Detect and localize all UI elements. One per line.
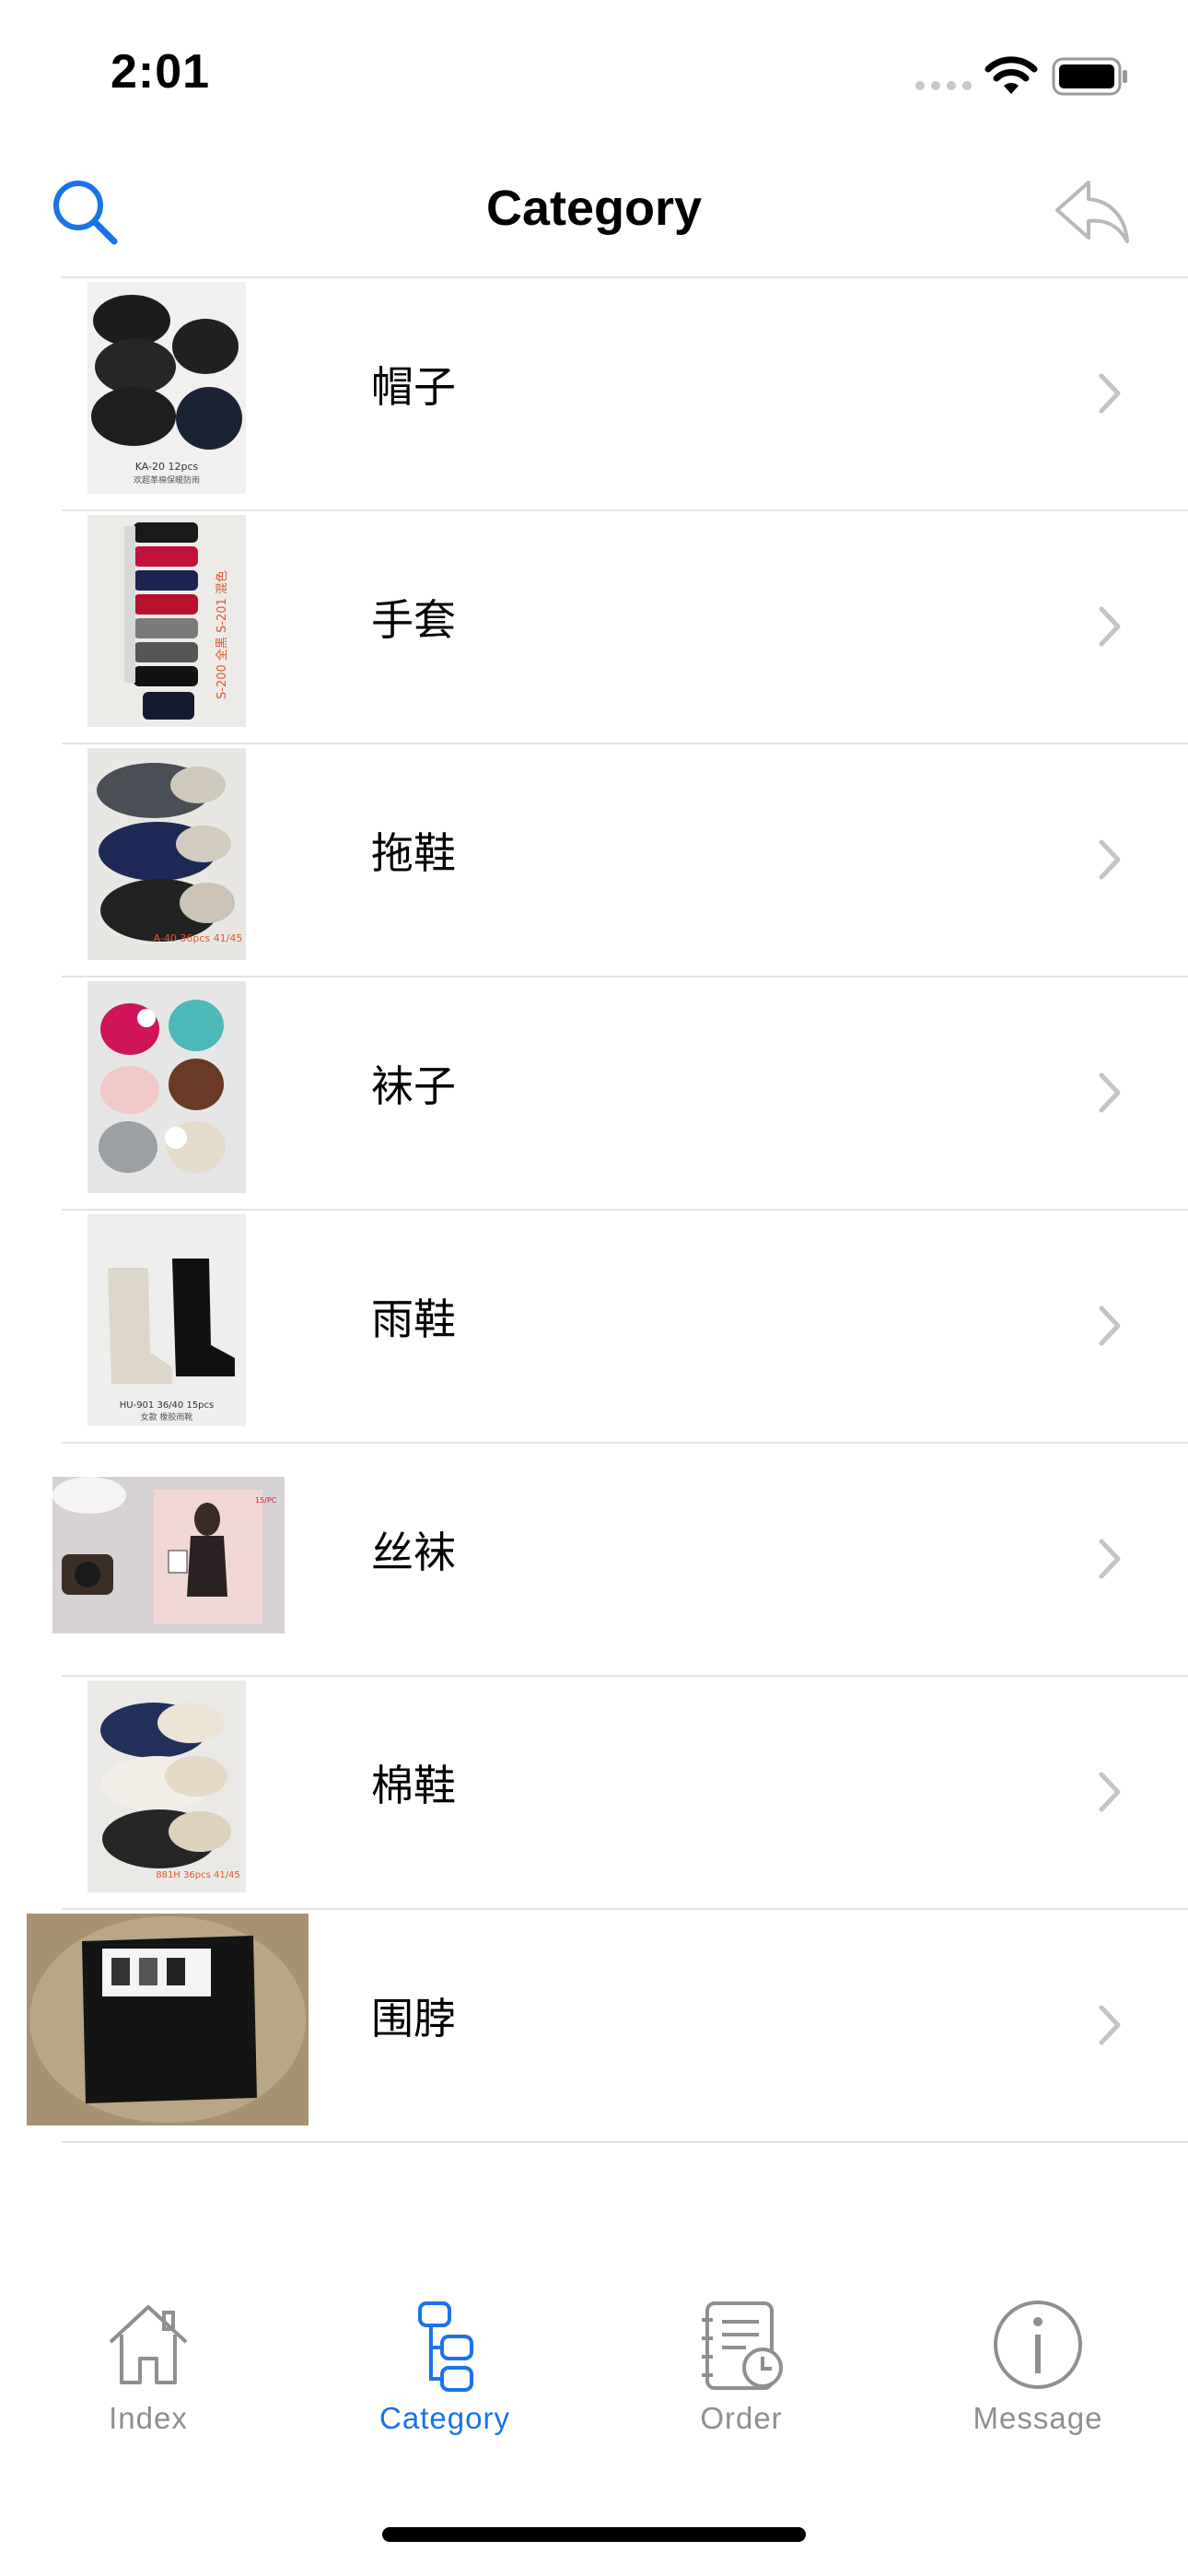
chevron-right-icon [1099,2005,1121,2045]
tab-label: Index [109,2401,188,2435]
tab-message[interactable]: Message [890,2294,1186,2460]
svg-text:881H 36pcs 41/45: 881H 36pcs 41/45 [156,1870,240,1880]
category-row[interactable]: KA-20 12pcs 欢超革棉保暖防雨 帽子 [62,276,1188,509]
category-list: KA-20 12pcs 欢超革棉保暖防雨 帽子 S-200 全黑 S-201 混… [0,276,1188,2143]
tab-category[interactable]: Category [297,2294,593,2460]
navigation-bar: Category [0,138,1188,276]
category-thumbnail [27,1914,309,2125]
status-time: 2:01 [111,45,211,99]
category-thumbnail: 881H 36pcs 41/45 [87,1680,246,1892]
chevron-right-icon [1099,839,1121,880]
chevron-right-icon [1099,1539,1121,1579]
svg-text:KA-20 12pcs: KA-20 12pcs [135,461,199,473]
category-label: 丝袜 [371,1528,456,1577]
svg-text:15/PC: 15/PC [255,1496,277,1505]
chevron-right-icon [1099,373,1121,414]
battery-icon [1052,57,1127,96]
category-row[interactable]: 袜子 [62,976,1188,1209]
category-label: 拖鞋 [371,828,456,878]
svg-text:欢超革棉保暖防雨: 欢超革棉保暖防雨 [134,474,200,486]
tab-index[interactable]: Index [0,2294,297,2460]
status-bar: 2:01 [0,0,1188,138]
chevron-right-icon [1099,606,1121,647]
category-label: 雨鞋 [371,1294,456,1344]
tab-order[interactable]: Order [593,2294,890,2460]
tab-label: Order [700,2401,783,2435]
order-history-icon [702,2301,783,2390]
house-icon [109,2305,188,2384]
category-thumbnail: S-200 全黑 S-201 混色 [87,515,246,727]
cellular-signal-icon [915,81,972,90]
category-row[interactable]: HU-901 36/40 15pcs 女款 橡胶雨靴 雨鞋 [62,1209,1188,1442]
category-label: 袜子 [371,1061,456,1111]
category-label: 棉鞋 [371,1761,456,1810]
category-label: 围脖 [371,1994,456,2043]
category-row[interactable]: 围脖 [27,1908,1188,2143]
tab-label: Message [973,2401,1103,2435]
info-icon [994,2301,1082,2389]
category-thumbnail: A-40 36pcs 41/45 [87,748,246,960]
svg-text:HU-901 36/40 15pcs: HU-901 36/40 15pcs [120,1400,215,1411]
svg-text:A-40 36pcs 41/45: A-40 36pcs 41/45 [154,932,243,944]
category-thumbnail [87,981,246,1193]
wifi-icon [984,56,1038,94]
tab-label: Category [379,2401,510,2435]
chevron-right-icon [1099,1072,1121,1113]
reply-arrow-icon[interactable] [1052,175,1133,249]
svg-text:女款 橡胶雨靴: 女款 橡胶雨靴 [141,1411,193,1423]
category-row[interactable]: S-200 全黑 S-201 混色 手套 [62,509,1188,743]
tab-bar: Index Category Order Message [0,2294,1188,2460]
svg-text:S-200 全黑 S-201 混色: S-200 全黑 S-201 混色 [215,570,229,699]
category-tree-icon [418,2301,473,2392]
category-row[interactable]: 15/PC 丝袜 [52,1442,1188,1675]
category-thumbnail: HU-901 36/40 15pcs 女款 橡胶雨靴 [87,1214,246,1426]
category-thumbnail: KA-20 12pcs 欢超革棉保暖防雨 [87,282,246,494]
category-row[interactable]: 881H 36pcs 41/45 棉鞋 [62,1675,1188,1908]
chevron-right-icon [1099,1306,1121,1346]
category-thumbnail: 15/PC [52,1477,285,1633]
category-row[interactable]: A-40 36pcs 41/45 拖鞋 [62,743,1188,976]
page-title: Category [485,181,703,236]
home-indicator[interactable] [382,2527,806,2542]
chevron-right-icon [1099,1772,1121,1812]
category-label: 帽子 [371,362,456,412]
category-label: 手套 [371,595,456,645]
